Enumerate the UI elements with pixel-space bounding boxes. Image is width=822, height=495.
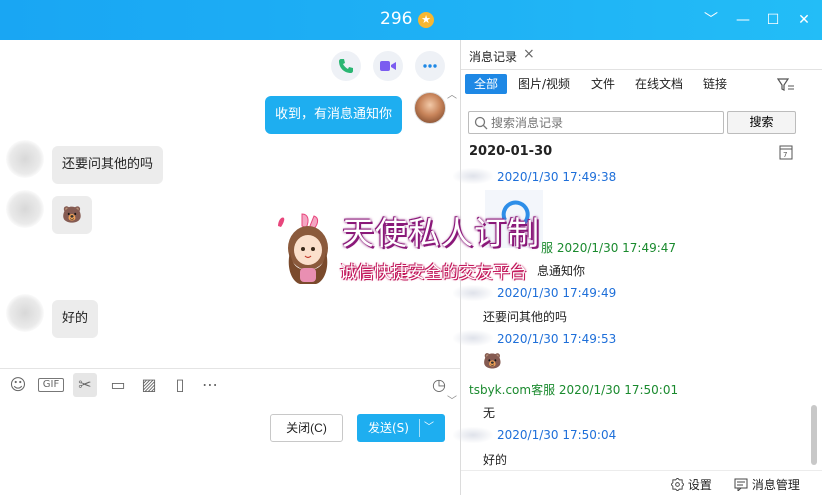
close-button[interactable]: 关闭(C) <box>270 414 343 442</box>
search-button[interactable]: 搜索 <box>727 111 796 134</box>
more-options-button[interactable] <box>415 51 445 81</box>
record-meta: tsbyk.com客服 2020/1/30 17:50:01 <box>469 383 679 397</box>
send-options-chevron-icon[interactable]: ﹀ <box>424 414 434 442</box>
self-avatar <box>414 92 446 124</box>
svg-text:7: 7 <box>783 151 787 159</box>
more-dots-icon <box>423 64 437 68</box>
cartoon-girl-logo-icon <box>278 213 328 284</box>
filter-all[interactable]: 全部 <box>465 74 508 94</box>
filter-media[interactable]: 图片/视频 <box>509 74 579 94</box>
record-meta: 2020/1/30 17:49:38 <box>497 170 617 184</box>
settings-label: 设置 <box>687 478 712 492</box>
tab-divider <box>461 69 822 70</box>
record-meta: 2020/1/30 17:49:53 <box>497 332 617 346</box>
dropdown-icon[interactable]: ﹀ <box>701 10 721 30</box>
record-meta: 2020/1/30 17:49:49 <box>497 286 617 300</box>
date-header: 2020-01-30 <box>469 144 553 159</box>
message-manager-label: 消息管理 <box>751 478 800 492</box>
record-body: 好的 <box>483 453 508 467</box>
record-body: 无 <box>483 406 496 420</box>
image-icon[interactable]: ▨ <box>137 373 161 397</box>
phone-icon <box>339 59 353 73</box>
bear-sticker-icon: 🐻 <box>483 352 502 370</box>
filter-online-docs[interactable]: 在线文档 <box>626 74 692 94</box>
video-camera-icon <box>380 61 396 71</box>
send-button-label: 发送(S) <box>368 421 409 435</box>
watermark-overlay: 天使私人订制 诚信快捷安全的交友平台 <box>272 208 562 288</box>
title-bar: 296 ★ ﹀ — ☐ ✕ <box>0 0 822 40</box>
emoji-icon[interactable]: ☺ <box>6 373 30 397</box>
search-icon <box>474 116 488 130</box>
maximize-button[interactable]: ☐ <box>763 10 783 30</box>
scissors-screenshot-icon[interactable]: ✂ <box>73 373 97 397</box>
close-tab-icon[interactable]: × <box>523 46 535 62</box>
blurred-sender-name <box>453 427 493 443</box>
gif-icon[interactable]: GIF <box>38 378 64 392</box>
blurred-sender-name <box>453 168 493 184</box>
tab-message-history[interactable]: 消息记录 × <box>461 40 541 70</box>
record-body: 还要问其他的吗 <box>483 310 568 324</box>
filter-files[interactable]: 文件 <box>582 74 624 94</box>
message-manager-button[interactable]: 消息管理 <box>734 476 800 493</box>
filter-links[interactable]: 链接 <box>694 74 736 94</box>
bear-sticker-icon: 🐻 <box>52 196 92 234</box>
settings-button[interactable]: 设置 <box>670 476 712 493</box>
more-tools-icon[interactable]: ⋯ <box>198 373 222 397</box>
watermark-title: 天使私人订制 <box>342 214 541 252</box>
watermark-subtitle: 诚信快捷安全的交友平台 <box>340 263 527 283</box>
blurred-sender-name <box>453 330 493 346</box>
shake-window-icon[interactable]: ▯ <box>168 373 192 397</box>
send-divider <box>419 419 420 437</box>
star-badge-icon: ★ <box>418 12 434 28</box>
message-bubble-in: 好的 <box>52 300 99 338</box>
search-box[interactable] <box>468 111 724 134</box>
message-manage-icon <box>734 478 748 493</box>
window-title: 296 <box>380 9 413 29</box>
search-input[interactable] <box>491 114 719 132</box>
contact-avatar <box>6 294 44 332</box>
contact-avatar <box>6 140 44 178</box>
filter-funnel-icon[interactable] <box>777 77 795 93</box>
scroll-up-icon[interactable]: ︿ <box>447 86 457 101</box>
voice-call-button[interactable] <box>331 51 361 81</box>
input-toolbar: ☺ GIF ✂ ▭ ▨ ▯ ⋯ ◷ <box>0 368 460 400</box>
tab-label: 消息记录 <box>469 50 518 64</box>
message-bubble-in: 还要问其他的吗 <box>52 146 164 184</box>
gear-icon <box>670 477 685 492</box>
history-clock-icon[interactable]: ◷ <box>427 373 451 397</box>
close-window-button[interactable]: ✕ <box>794 10 814 30</box>
folder-icon[interactable]: ▭ <box>106 373 130 397</box>
contact-avatar <box>6 190 44 228</box>
message-bubble-out: 收到，有消息通知你 <box>265 96 403 134</box>
record-meta: 2020/1/30 17:50:04 <box>497 428 617 442</box>
send-button[interactable]: 发送(S) ﹀ <box>357 414 445 442</box>
history-scrollbar[interactable] <box>811 150 817 465</box>
calendar-icon[interactable]: 7 <box>779 144 793 160</box>
minimize-button[interactable]: — <box>733 10 753 30</box>
scrollbar-thumb[interactable] <box>811 405 817 465</box>
video-call-button[interactable] <box>373 51 403 81</box>
history-footer: 设置 消息管理 <box>461 470 822 495</box>
